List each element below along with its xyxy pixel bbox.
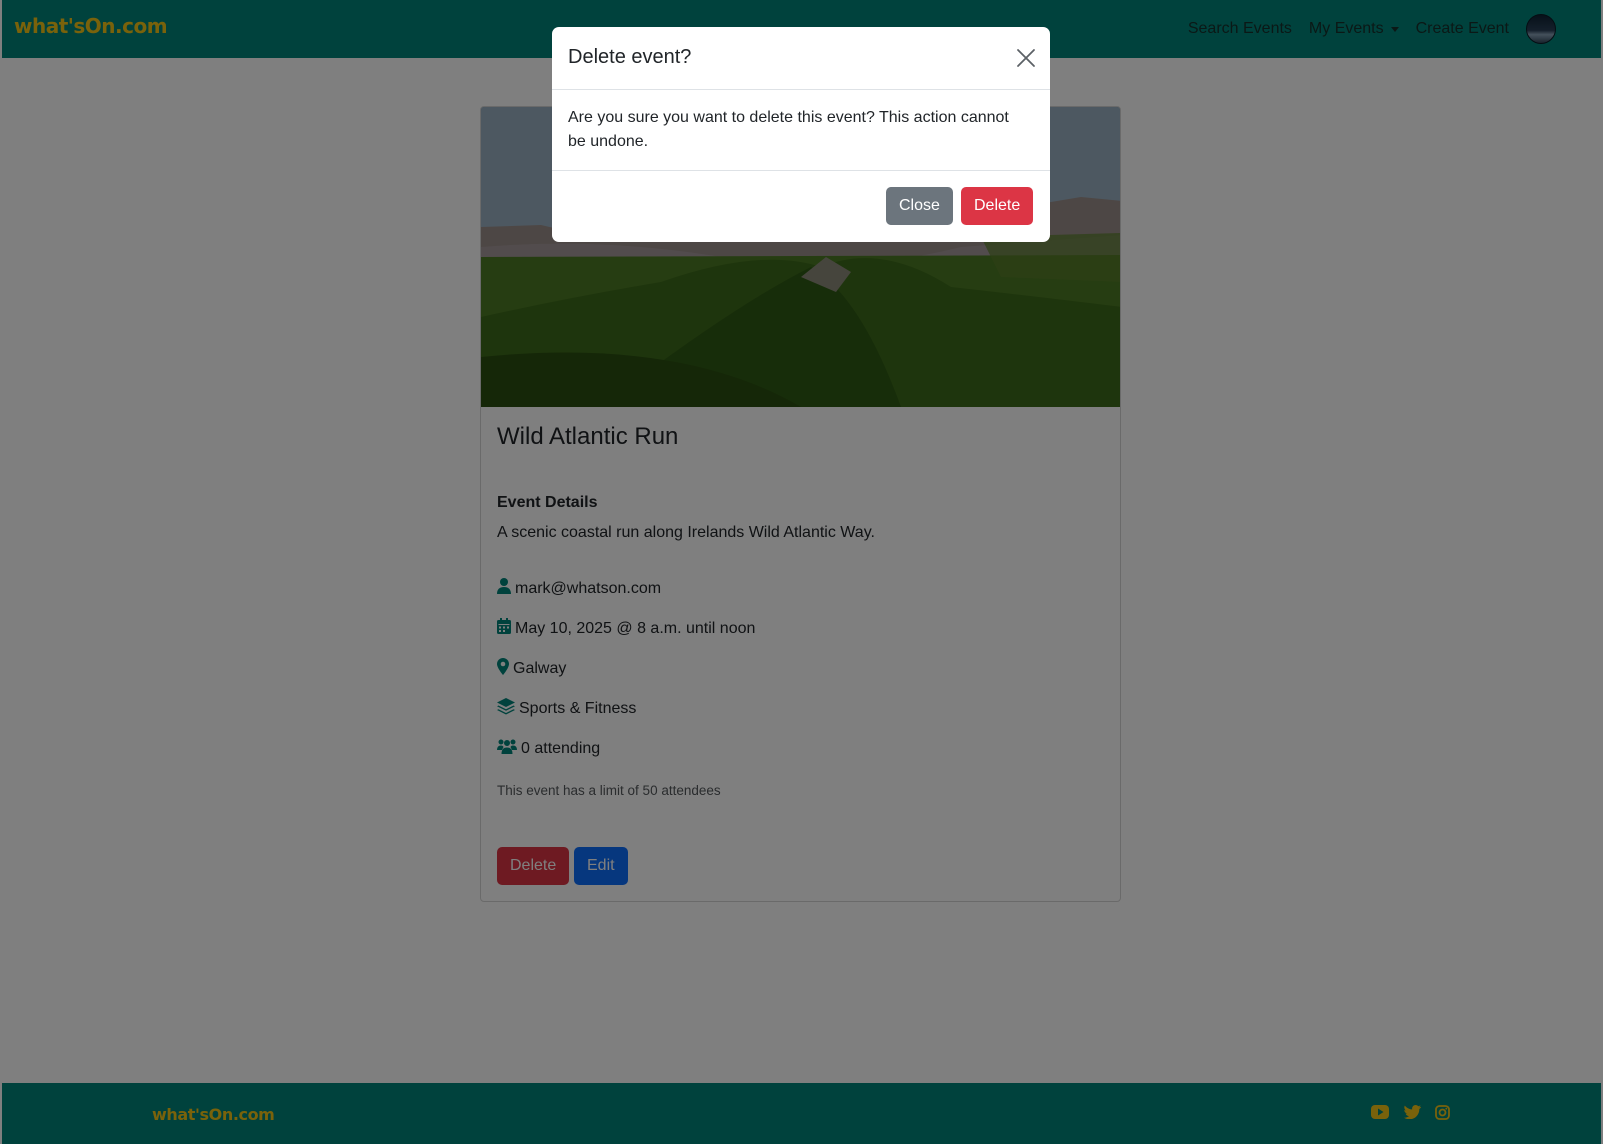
modal-footer: Close Delete bbox=[552, 170, 1050, 242]
delete-event-modal: Delete event? Are you sure you want to d… bbox=[552, 27, 1050, 242]
modal-header: Delete event? bbox=[552, 27, 1050, 90]
modal-title: Delete event? bbox=[568, 46, 692, 68]
modal-close-button[interactable]: Close bbox=[886, 187, 953, 225]
modal-delete-button[interactable]: Delete bbox=[961, 187, 1034, 225]
modal-body-text: Are you sure you want to delete this eve… bbox=[568, 109, 1009, 150]
close-icon[interactable] bbox=[1014, 46, 1038, 70]
